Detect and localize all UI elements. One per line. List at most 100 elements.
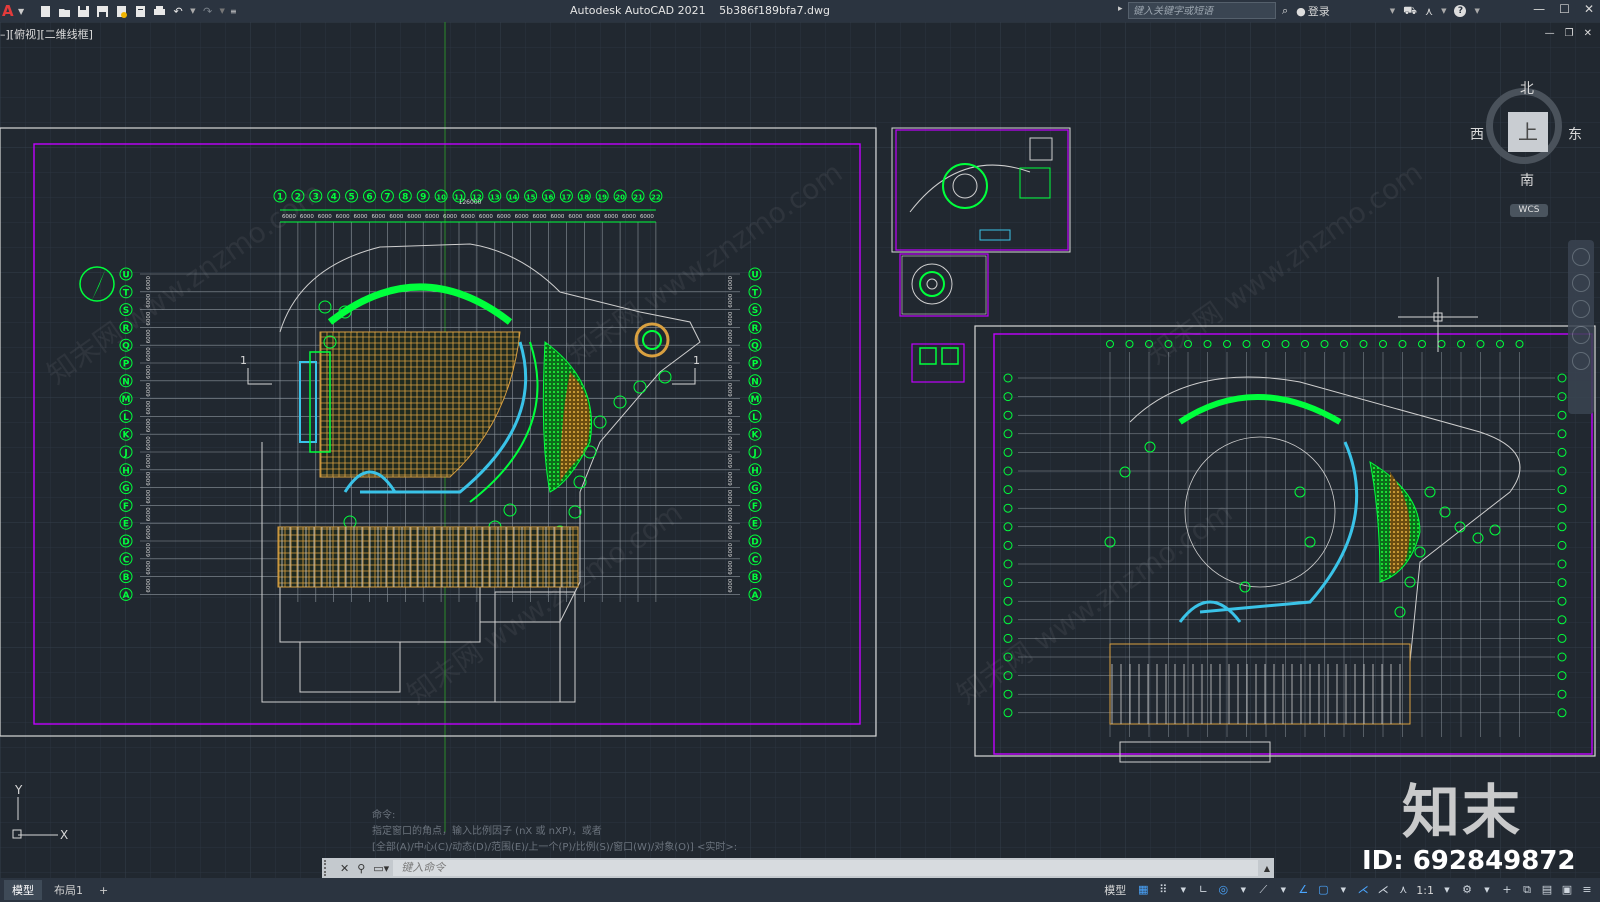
- wcs-menu[interactable]: WCS: [1510, 204, 1548, 217]
- grid-dimension-label: 6000: [336, 214, 350, 220]
- tab-model[interactable]: 模型: [4, 880, 42, 900]
- grid-bubble-label: H: [122, 466, 130, 476]
- grid-bubble-label: K: [752, 431, 760, 441]
- grid-dimension-label: 6000: [728, 276, 734, 290]
- compass-west[interactable]: 西: [1470, 124, 1484, 144]
- grid-dimension-label: 6000: [389, 214, 403, 220]
- orbit-icon[interactable]: [1572, 326, 1590, 344]
- object-snap-dropdown-icon[interactable]: ▼: [1336, 883, 1350, 897]
- grid-dimension-label: 6000: [515, 214, 529, 220]
- grid-bubble-label: 13: [490, 194, 500, 202]
- annotation-scale-icon[interactable]: ⋏: [1396, 883, 1410, 897]
- grid-bubble-label: N: [751, 377, 759, 387]
- grid-dimension-label: 6000: [146, 489, 152, 503]
- ortho-icon[interactable]: ∟: [1196, 883, 1210, 897]
- annotation-scale-value[interactable]: 1:1: [1416, 884, 1434, 897]
- grid-bubble-label: G: [751, 484, 758, 494]
- clean-screen-icon[interactable]: ▣: [1560, 883, 1574, 897]
- polar-dropdown-icon[interactable]: ▼: [1236, 883, 1250, 897]
- grid-bubble-label: 8: [402, 193, 408, 203]
- add-layout-icon[interactable]: +: [99, 884, 108, 897]
- snap-icon[interactable]: ⠿: [1156, 883, 1170, 897]
- object-snap-icon[interactable]: ▢: [1316, 883, 1330, 897]
- grid-dimension-label: 6000: [728, 543, 734, 557]
- search-input[interactable]: 键入关键字或短语: [1128, 2, 1276, 19]
- compass-south[interactable]: 南: [1520, 170, 1534, 190]
- close-icon[interactable]: ✕: [1584, 2, 1594, 16]
- grid-dimension-label: 6000: [728, 471, 734, 485]
- plus-icon[interactable]: +: [1500, 883, 1514, 897]
- drawing-canvas[interactable]: U 6000 T 6000 S 6000 R 6000 Q 6000 P 6000 N 6000 M 6000…: [0, 22, 1600, 878]
- grid-bubble-label: F: [123, 502, 129, 512]
- maximize-icon[interactable]: ☐: [1559, 2, 1570, 16]
- viewcube[interactable]: 上 北 南 西 东 WCS: [1470, 78, 1582, 220]
- grid-bubble-label: P: [123, 360, 130, 370]
- grid-dimension-label: 6000: [533, 214, 547, 220]
- a360-dropdown-icon[interactable]: ▼: [1441, 7, 1446, 15]
- command-line-grip[interactable]: [324, 860, 336, 876]
- compass-east[interactable]: 东: [1568, 124, 1582, 144]
- minimize-icon[interactable]: —: [1533, 2, 1545, 16]
- a360-icon[interactable]: ⋏: [1425, 5, 1433, 18]
- command-input[interactable]: 键入命令: [393, 860, 1258, 876]
- login-dropdown-icon[interactable]: ▼: [1390, 7, 1395, 15]
- help-icon[interactable]: ?: [1454, 5, 1467, 17]
- grid-bubble-label: K: [123, 431, 131, 441]
- polar-icon[interactable]: ◎: [1216, 883, 1230, 897]
- recent-commands-icon[interactable]: ▭▾: [373, 862, 389, 875]
- file-name: 5b386f189bfa7.dwg: [719, 4, 830, 17]
- isodraft-icon[interactable]: ⟋: [1256, 883, 1270, 897]
- grid-bubble-label: 7: [384, 193, 390, 203]
- auto-scale-icon[interactable]: ⋌: [1376, 883, 1390, 897]
- grid-bubble-label: 22: [651, 194, 661, 202]
- snap-dropdown-icon[interactable]: ▼: [1176, 883, 1190, 897]
- grid-bubble-label: U: [751, 271, 758, 281]
- grid-dimension-label: 6000: [728, 365, 734, 379]
- grid-dimension-label: 6000: [728, 436, 734, 450]
- workspace-gear-icon[interactable]: ⚙: [1460, 883, 1474, 897]
- isolate-objects-icon[interactable]: ⧉: [1520, 883, 1534, 897]
- scale-dropdown-icon[interactable]: ▼: [1440, 883, 1454, 897]
- grid-dimension-label: 6000: [550, 214, 564, 220]
- customize-icon[interactable]: ⚲: [357, 862, 365, 875]
- grid-icon[interactable]: ▦: [1136, 883, 1150, 897]
- tab-layout1[interactable]: 布局1: [46, 880, 91, 900]
- grid-dimension-label: 6000: [146, 543, 152, 557]
- drawing-restore-icon[interactable]: ❐: [1565, 28, 1574, 39]
- grid-dimension-label: 6000: [146, 382, 152, 396]
- grid-bubble-label: H: [751, 466, 759, 476]
- drawing-minimize-icon[interactable]: —: [1545, 28, 1555, 39]
- drawing-close-icon[interactable]: ✕: [1584, 28, 1592, 39]
- command-line: ✕ ⚲ ▭▾ 键入命令 ▲: [322, 858, 1274, 878]
- pan-icon[interactable]: [1572, 274, 1590, 292]
- isodraft-dropdown-icon[interactable]: ▼: [1276, 883, 1290, 897]
- compass-north[interactable]: 北: [1520, 78, 1534, 98]
- customization-menu-icon[interactable]: ≡: [1580, 883, 1594, 897]
- zoom-extents-icon[interactable]: [1572, 300, 1590, 318]
- command-history-toggle-icon[interactable]: ▲: [1264, 864, 1270, 873]
- hardware-acceleration-icon[interactable]: ▤: [1540, 883, 1554, 897]
- model-space-button[interactable]: 模型: [1104, 882, 1126, 898]
- object-snap-tracking-icon[interactable]: ∠: [1296, 883, 1310, 897]
- viewcube-top-face[interactable]: 上: [1508, 112, 1548, 152]
- grid-bubble-label: 17: [562, 194, 572, 202]
- showmotion-icon[interactable]: [1572, 352, 1590, 370]
- viewport-controls[interactable]: –][俯视][二维线框]: [0, 26, 93, 42]
- steering-wheel-icon[interactable]: [1572, 248, 1590, 266]
- login-button[interactable]: 登录: [1308, 3, 1330, 19]
- grid-bubble-label: 20: [615, 194, 625, 202]
- grid-dimension-label: 6000: [318, 214, 332, 220]
- svg-text:X: X: [60, 828, 68, 842]
- user-icon[interactable]: ●: [1296, 5, 1306, 18]
- search-icon[interactable]: ⌕: [1282, 4, 1288, 18]
- workspace-dropdown-icon[interactable]: ▼: [1480, 883, 1494, 897]
- search-expand-icon[interactable]: ▸: [1118, 4, 1123, 14]
- help-dropdown-icon[interactable]: ▼: [1474, 7, 1479, 15]
- annotation-visibility-icon[interactable]: ⋌: [1356, 883, 1370, 897]
- grid-dimension-label: 6000: [146, 347, 152, 361]
- grid-dimension-label: 6000: [146, 560, 152, 574]
- grid-bubble-label: B: [123, 573, 130, 583]
- grid-bubble-label: 14: [508, 194, 518, 202]
- cart-icon[interactable]: ⛟: [1403, 4, 1417, 19]
- command-close-icon[interactable]: ✕: [340, 862, 349, 875]
